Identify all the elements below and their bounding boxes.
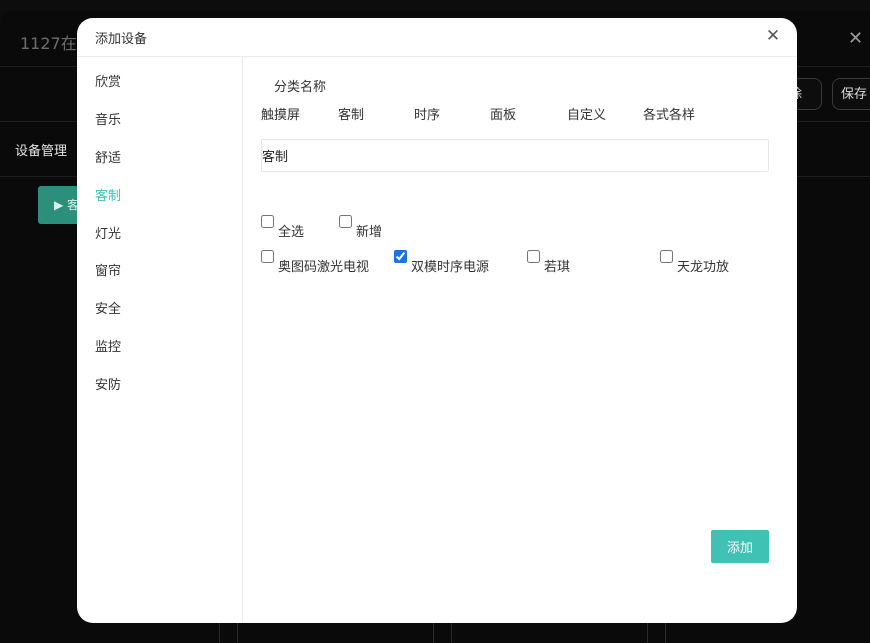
background-column-divider bbox=[665, 620, 666, 643]
background-column-divider bbox=[451, 620, 452, 643]
category-name-input[interactable] bbox=[261, 139, 769, 172]
device-check[interactable] bbox=[527, 250, 540, 263]
device-check[interactable] bbox=[261, 250, 274, 263]
tab-miscellaneous[interactable]: 各式各样 bbox=[643, 104, 695, 123]
device-label: 若琪 bbox=[544, 260, 571, 275]
tab-touchscreen[interactable]: 触摸屏 bbox=[261, 104, 300, 123]
new-label: 新增 bbox=[356, 225, 383, 240]
sidebar-item-monitoring[interactable]: 监控 bbox=[95, 336, 121, 355]
new-check[interactable] bbox=[339, 215, 352, 228]
background-column-divider bbox=[433, 620, 434, 643]
background-close-icon[interactable]: ✕ bbox=[848, 28, 863, 49]
device-checkbox[interactable]: 若琪 bbox=[527, 250, 570, 275]
sidebar-item-curtain[interactable]: 窗帘 bbox=[95, 260, 121, 279]
modal-title: 添加设备 bbox=[95, 32, 148, 47]
sidebar-item-security[interactable]: 安防 bbox=[95, 374, 121, 393]
close-icon[interactable]: ✕ bbox=[763, 26, 783, 46]
background-save-button[interactable]: 保存 bbox=[832, 78, 870, 110]
tab-sequence[interactable]: 时序 bbox=[414, 104, 440, 123]
background-column-divider bbox=[219, 620, 220, 643]
device-checkbox[interactable]: 奥图码激光电视 bbox=[261, 250, 369, 275]
sidebar-item-lighting[interactable]: 灯光 bbox=[95, 223, 121, 242]
select-all-checkbox[interactable]: 全选 bbox=[261, 215, 304, 240]
device-checkbox[interactable]: 双模时序电源 bbox=[394, 250, 489, 275]
sidebar-item-comfort[interactable]: 舒适 bbox=[95, 147, 121, 166]
tab-panel[interactable]: 面板 bbox=[490, 104, 516, 123]
category-name-label: 分类名称 bbox=[274, 80, 327, 95]
select-all-check[interactable] bbox=[261, 215, 274, 228]
new-checkbox[interactable]: 新增 bbox=[339, 215, 382, 240]
background-column-divider bbox=[237, 620, 238, 643]
select-all-label: 全选 bbox=[278, 225, 305, 240]
tab-custom[interactable]: 客制 bbox=[338, 104, 364, 123]
device-label: 天龙功放 bbox=[677, 260, 730, 275]
device-label: 双模时序电源 bbox=[411, 260, 490, 275]
add-button[interactable]: 添加 bbox=[711, 530, 769, 563]
sidebar-item-appreciate[interactable]: 欣赏 bbox=[95, 71, 121, 90]
device-checkbox[interactable]: 天龙功放 bbox=[660, 250, 729, 275]
add-device-modal: 添加设备 ✕ 欣赏 音乐 舒适 客制 灯光 窗帘 安全 监控 安防 分类名称 触… bbox=[77, 18, 797, 623]
device-check[interactable] bbox=[660, 250, 673, 263]
device-label: 奥图码激光电视 bbox=[278, 260, 370, 275]
tab-user-defined[interactable]: 自定义 bbox=[567, 104, 606, 123]
sidebar-item-custom[interactable]: 客制 bbox=[95, 185, 121, 204]
modal-header: 添加设备 ✕ bbox=[77, 18, 797, 57]
device-check[interactable] bbox=[394, 250, 407, 263]
category-sidebar: 欣赏 音乐 舒适 客制 灯光 窗帘 安全 监控 安防 bbox=[77, 57, 243, 623]
sidebar-item-safety[interactable]: 安全 bbox=[95, 298, 121, 317]
sidebar-item-music[interactable]: 音乐 bbox=[95, 109, 121, 128]
modal-content: 分类名称 触摸屏 客制 时序 面板 自定义 各式各样 全选 新增 奥图码激光电视… bbox=[243, 57, 797, 623]
background-column-divider bbox=[647, 620, 648, 643]
background-device-management-tab[interactable]: 设备管理 bbox=[15, 140, 67, 159]
